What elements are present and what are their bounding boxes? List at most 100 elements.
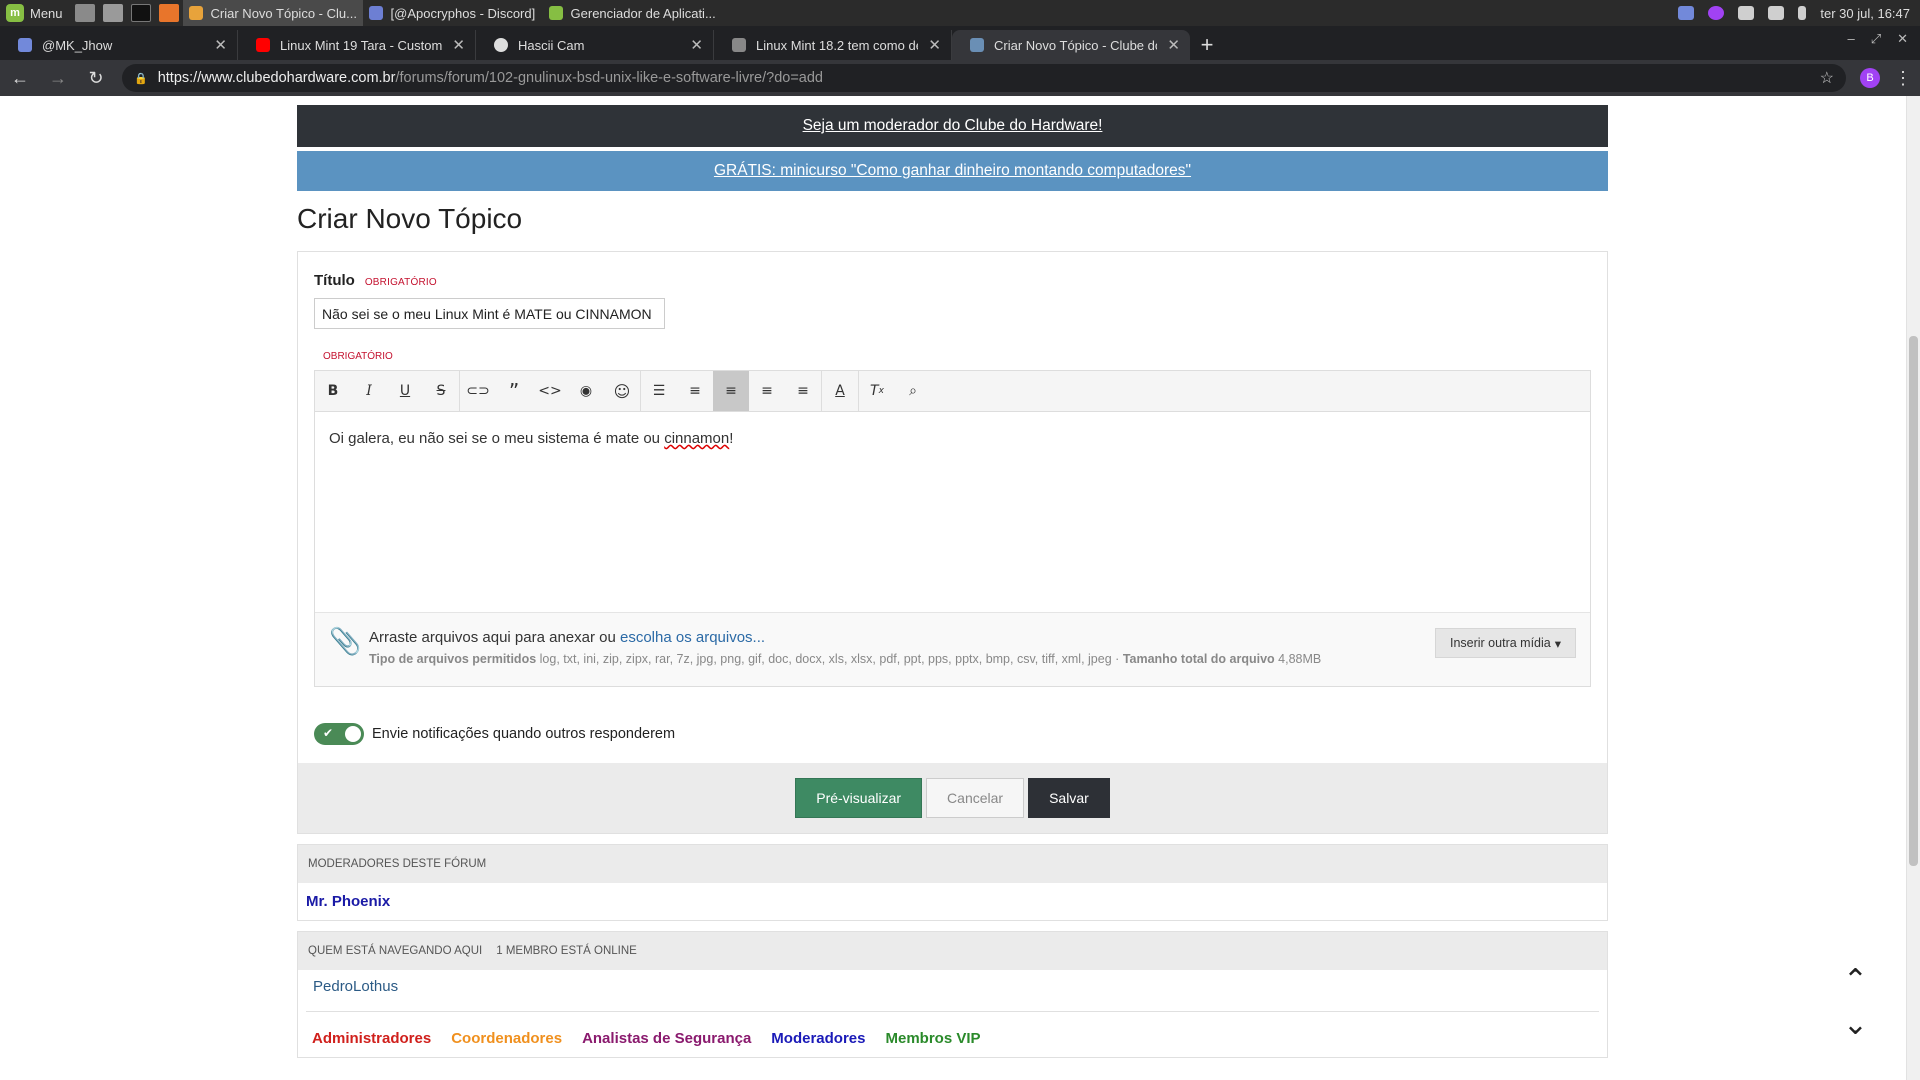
course-banner-link[interactable]: GRÁTIS: minicurso "Como ganhar dinheiro … [714,162,1191,180]
insert-media-button[interactable]: Inserir outra mídia ▾ [1434,628,1576,658]
close-tab-icon[interactable]: ✕ [214,36,227,54]
discord-icon [368,6,383,20]
browser-tab-strip: @MK_Jhow ✕ Linux Mint 19 Tara - Customiz… [0,26,1920,60]
maximize-icon[interactable]: ⤢ [1871,31,1881,47]
moderator-banner-link[interactable]: Seja um moderador do Clube do Hardware! [803,117,1103,135]
moderator-banner: Seja um moderador do Clube do Hardware! [297,105,1608,147]
minimize-icon[interactable]: – [1847,31,1854,47]
bold-icon[interactable]: B [315,371,351,411]
new-tab-button[interactable]: + [1190,30,1224,60]
scroll-down-icon[interactable]: ⌄ [1843,1010,1868,1040]
preview-document-icon[interactable]: ⌕ [895,371,931,411]
align-right-icon[interactable]: ≡ [785,371,821,411]
address-bar[interactable]: 🔒 https://www.clubedohardware.com.br/for… [122,64,1846,92]
emoji-icon[interactable]: ☺ [604,371,640,411]
title-input[interactable] [314,298,665,329]
align-left-icon[interactable]: ≡ [713,371,749,411]
body-text: Oi galera, eu não sei se o meu sistema é… [329,430,665,447]
bulleted-list-icon[interactable]: ☰ [641,371,677,411]
text-color-icon[interactable]: A [822,371,858,411]
youtube-favicon-icon [256,38,270,52]
quote-icon[interactable]: ” [496,371,532,411]
close-tab-icon[interactable]: ✕ [690,36,703,54]
close-tab-icon[interactable]: ✕ [928,36,941,54]
total-size-label: Tamanho total do arquivo [1122,652,1275,666]
close-tab-icon[interactable]: ✕ [1167,36,1180,54]
menu-label: Menu [30,5,63,21]
link-icon[interactable]: ⊂⊃ [460,371,496,411]
tux-favicon-icon [732,38,746,52]
close-tab-icon[interactable]: ✕ [452,36,465,54]
close-window-icon[interactable]: ✕ [1897,31,1908,47]
save-button[interactable]: Salvar [1028,778,1110,818]
firefox-launcher-icon[interactable] [158,4,179,22]
course-banner: GRÁTIS: minicurso "Como ganhar dinheiro … [297,151,1608,191]
editor-body[interactable]: Oi galera, eu não sei se o meu sistema é… [315,412,1590,612]
show-desktop-icon[interactable] [74,4,95,22]
wifi-icon[interactable] [1738,6,1755,20]
taskbar-task-chrome[interactable]: Criar Novo Tópico - Clu... [182,0,363,26]
spoiler-eye-icon[interactable]: ◉ [568,371,604,411]
choose-files-link[interactable]: escolha os arquivos... [620,629,765,646]
check-icon: ✔ [323,726,334,740]
profile-avatar[interactable]: B [1860,68,1880,88]
numbered-list-icon[interactable]: ≡ [677,371,713,411]
legend-coordenadores: Coordenadores [451,1030,563,1047]
back-icon[interactable]: ← [8,68,32,89]
group-legend: Administradores Coordenadores Analistas … [298,1012,1607,1057]
url-path: /forums/forum/102-gnulinux-bsd-unix-like… [395,70,823,86]
terminal-icon[interactable] [130,4,151,22]
italic-icon[interactable]: I [351,371,387,411]
filetypes-list: log, txt, ini, zip, zipx, rar, 7z, jpg, … [539,652,1112,666]
taskbar-task-software-manager[interactable]: Gerenciador de Aplicati... [543,0,723,26]
scrollbar-thumb[interactable] [1909,336,1918,866]
page-scrollbar[interactable] [1906,96,1920,1080]
scroll-up-icon[interactable]: ⌃ [1843,966,1868,996]
chrome-icon [188,6,203,20]
start-menu-button[interactable]: m Menu [0,0,71,26]
moderators-heading: Moderadores deste fórum [298,845,1607,883]
chrome-menu-icon[interactable]: ⋮ [1894,68,1912,89]
caret-down-icon: ▾ [1554,636,1561,651]
globe-favicon-icon [494,38,508,52]
url-host: https://www.clubedohardware.com.br [157,70,396,86]
tab-linux-mint-19[interactable]: Linux Mint 19 Tara - Customiza... ✕ [238,30,476,60]
tab-criar-novo-topico[interactable]: Criar Novo Tópico - Clube do Ha... ✕ [952,30,1190,60]
online-user-link[interactable]: PedroLothus [306,970,1599,1012]
file-manager-icon[interactable] [102,4,123,22]
lock-icon[interactable]: 🔒 [134,72,148,85]
strikethrough-icon[interactable]: S [423,371,459,411]
form-actions: Pré-visualizar Cancelar Salvar [298,763,1607,833]
align-center-icon[interactable]: ≡ [749,371,785,411]
reload-icon[interactable]: ↻ [84,68,108,89]
clock[interactable]: ter 30 jul, 16:47 [1820,6,1910,21]
cancel-button[interactable]: Cancelar [926,778,1025,818]
discord-tray-icon[interactable] [1678,6,1695,20]
tab-label: @MK_Jhow [42,37,113,53]
tab-hascii-cam[interactable]: Hascii Cam ✕ [476,30,714,60]
preview-button[interactable]: Pré-visualizar [795,778,923,818]
moderators-panel: Moderadores deste fórum Mr. Phoenix [297,844,1608,921]
taskbar-task-discord[interactable]: [@Apocryphos - Discord] [363,0,543,26]
tab-mk-jhow[interactable]: @MK_Jhow ✕ [0,30,238,60]
task-label: [@Apocryphos - Discord] [390,5,536,21]
notify-label[interactable]: Envie notificações quando outros respond… [372,726,675,742]
battery-icon[interactable] [1798,6,1807,20]
volume-icon[interactable] [1768,6,1785,20]
notify-toggle[interactable]: ✔ [314,723,364,745]
body-required-tag: OBRIGATÓRIO [323,351,393,362]
code-icon[interactable]: <> [532,371,568,411]
attachment-dropzone[interactable]: 📎 Arraste arquivos aqui para anexar ou e… [315,612,1590,686]
title-label: Título [314,272,355,289]
tab-label: Linux Mint 18.2 tem como deixa... [756,37,918,53]
moderator-link[interactable]: Mr. Phoenix [306,893,390,910]
content-column: Seja um moderador do Clube do Hardware! … [297,96,1608,1058]
tab-label: Hascii Cam [518,37,585,53]
clear-formatting-icon[interactable]: Tx [859,371,895,411]
underline-icon[interactable]: U [387,371,423,411]
forward-icon[interactable]: → [46,68,70,89]
tab-linux-mint-18[interactable]: Linux Mint 18.2 tem como deixa... ✕ [714,30,952,60]
update-tray-icon[interactable] [1708,6,1725,20]
bookmark-star-icon[interactable]: ☆ [1820,68,1834,88]
toggle-knob [345,726,361,742]
